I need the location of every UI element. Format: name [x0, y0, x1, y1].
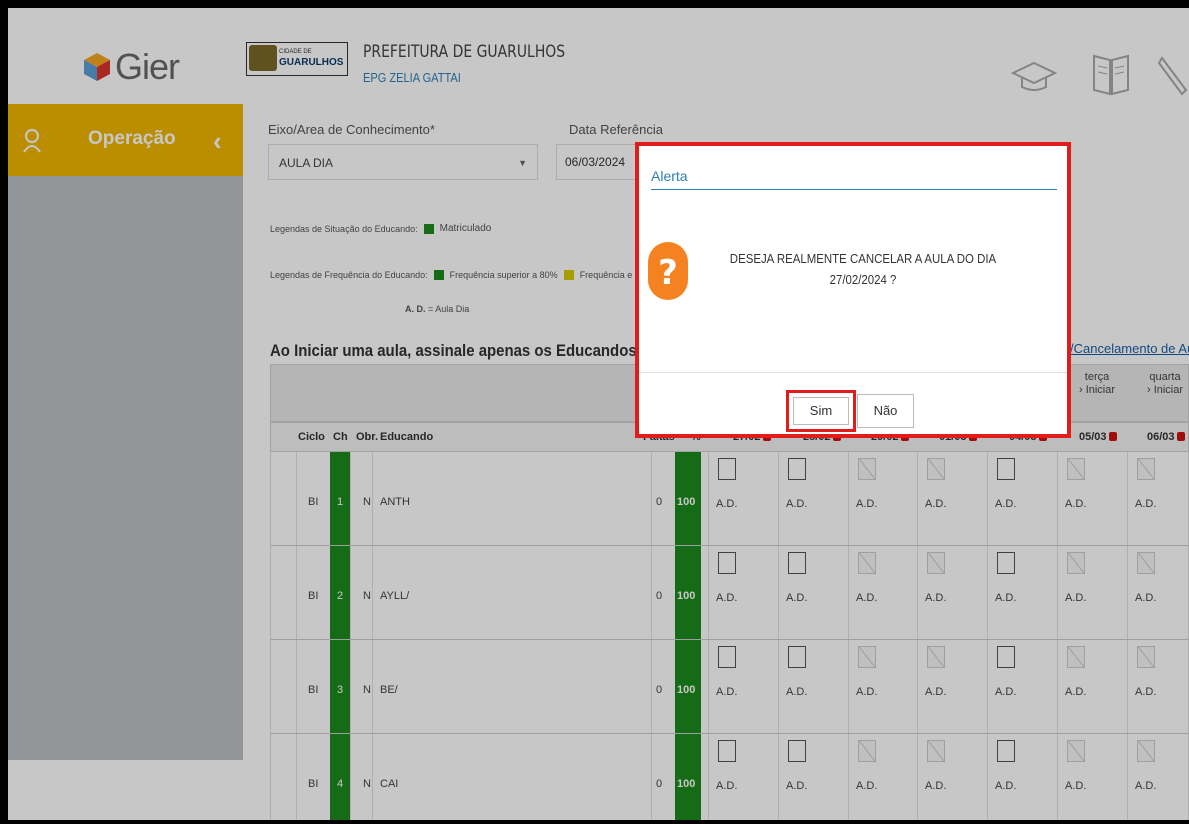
nao-button[interactable]: Não [857, 394, 914, 428]
question-icon: ? [648, 242, 688, 300]
svg-text:?: ? [658, 253, 678, 293]
sim-button[interactable]: Sim [793, 397, 849, 425]
alert-dialog: Alerta ? DESEJA REALMENTE CANCELAR A AUL… [635, 142, 1071, 438]
dialog-message: DESEJA REALMENTE CANCELAR A AULA DO DIA … [713, 248, 1012, 290]
dialog-divider [651, 189, 1057, 190]
dialog-footer-divider [639, 372, 1067, 373]
app-screen: Gier CIDADE DE GUARULHOS PREFEITURA DE G… [8, 8, 1189, 820]
sim-button-highlight: Sim [786, 390, 856, 432]
dialog-message-line2: 27/02/2024 ? [829, 272, 897, 287]
dialog-title: Alerta [651, 168, 688, 184]
dialog-message-line1: DESEJA REALMENTE CANCELAR A AULA DO DIA [729, 251, 997, 266]
